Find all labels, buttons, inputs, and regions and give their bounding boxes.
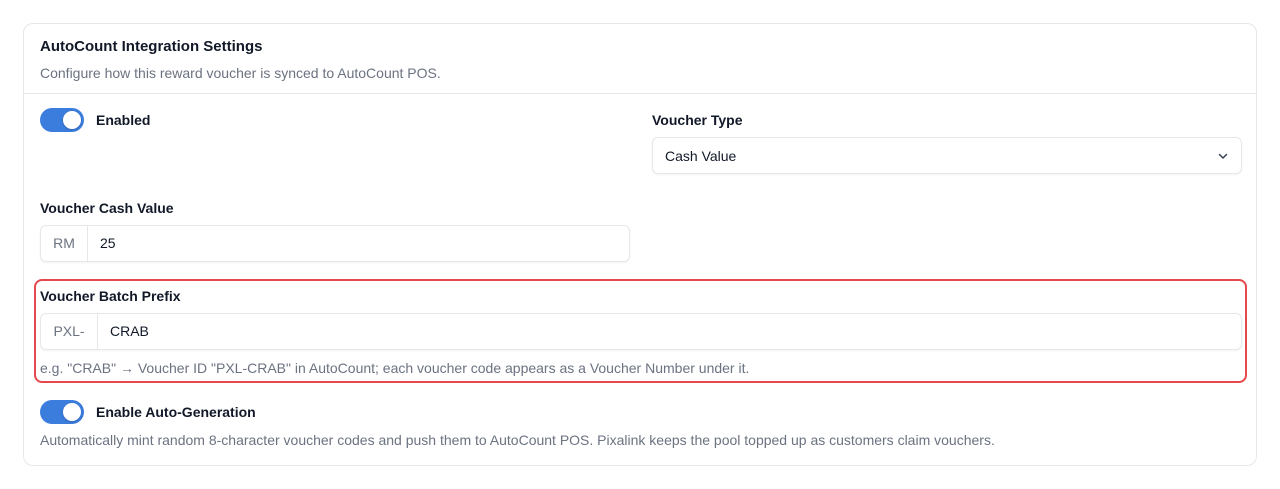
enabled-toggle[interactable] [40, 108, 84, 132]
batch-prefix-input[interactable]: CRAB [110, 314, 149, 349]
auto-generation-toggle[interactable] [40, 400, 84, 424]
toggle-knob [63, 111, 81, 129]
cash-value-input[interactable]: 25 [100, 226, 116, 261]
card-description: Configure how this reward voucher is syn… [40, 65, 441, 81]
voucher-type-value: Cash Value [665, 148, 737, 164]
card-header: AutoCount Integration Settings Configure… [24, 24, 1256, 94]
batch-prefix-helper: e.g. "CRAB" → Voucher ID "PXL-CRAB" in A… [40, 360, 750, 376]
toggle-knob [63, 403, 81, 421]
voucher-type-select[interactable]: Cash Value [652, 137, 1242, 174]
batch-prefix-label: Voucher Batch Prefix [40, 288, 181, 304]
cash-value-input-group: RM 25 [40, 225, 630, 262]
voucher-type-label: Voucher Type [652, 112, 743, 128]
currency-prefix: RM [41, 226, 88, 261]
auto-generation-description: Automatically mint random 8-character vo… [40, 432, 995, 448]
autocount-settings-card: AutoCount Integration Settings Configure… [23, 23, 1257, 466]
card-title: AutoCount Integration Settings [40, 38, 263, 55]
batch-prefix-input-group: PXL- CRAB [40, 313, 1242, 350]
cash-value-label: Voucher Cash Value [40, 200, 174, 216]
auto-generation-label: Enable Auto-Generation [96, 404, 256, 420]
batch-prefix-addon: PXL- [41, 314, 98, 349]
enabled-label: Enabled [96, 112, 151, 128]
chevron-down-icon [1218, 153, 1228, 159]
